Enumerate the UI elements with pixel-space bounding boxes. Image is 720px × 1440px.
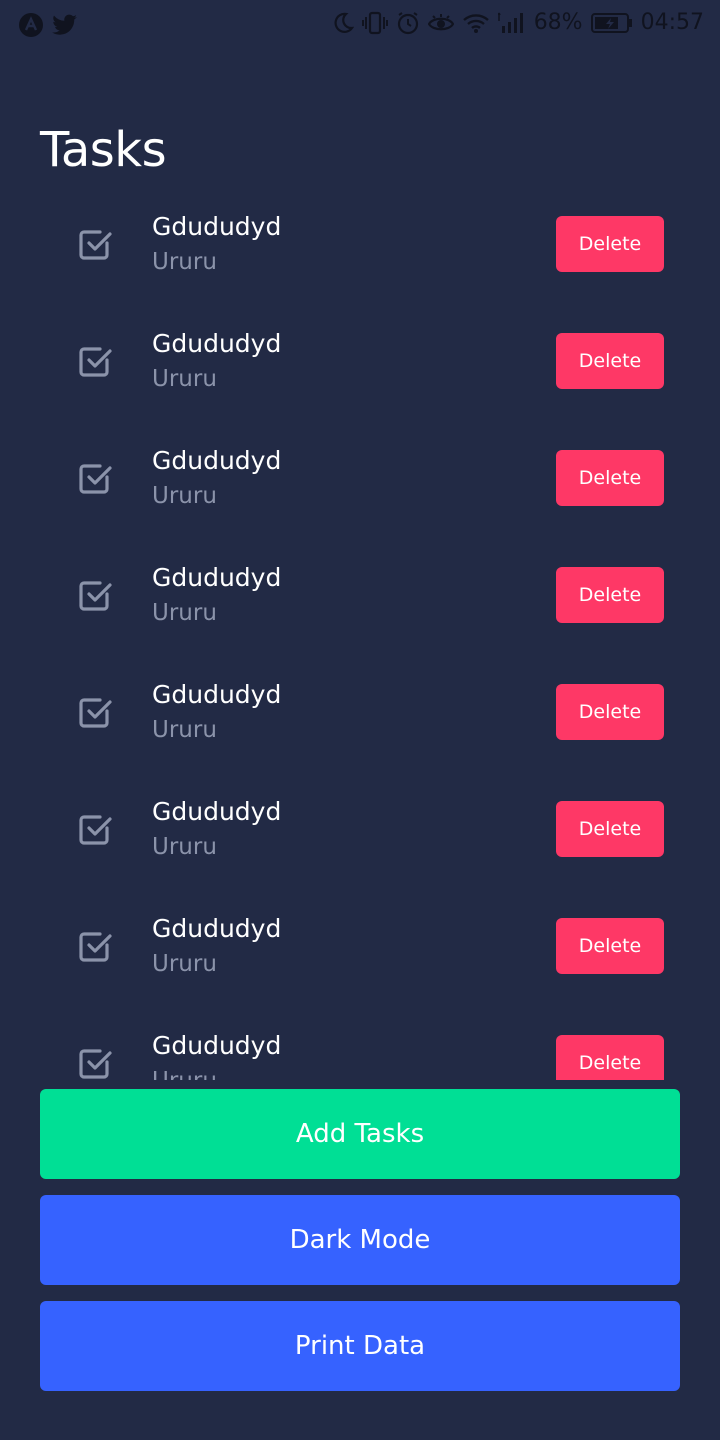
task-row: Gdududyd Ururu Delete	[0, 1019, 720, 1080]
task-subtitle: Ururu	[152, 483, 217, 509]
task-row: Gdududyd Ururu Delete	[0, 785, 720, 902]
signal-icon	[497, 12, 526, 34]
eye-icon	[427, 12, 454, 34]
app-screen: 68% 04:57 Tasks Gdududyd Ururu Delete Gdudu…	[0, 0, 720, 1440]
task-row: Gdududyd Ururu Delete	[0, 902, 720, 1019]
delete-button[interactable]: Delete	[556, 1035, 664, 1080]
task-title: Gdududyd	[152, 914, 282, 943]
task-row: Gdududyd Ururu Delete	[0, 668, 720, 785]
vibrate-icon	[361, 11, 388, 35]
alarm-icon	[396, 11, 420, 35]
moon-icon	[332, 12, 354, 34]
checkbox-checked-icon[interactable]	[77, 926, 115, 964]
checkbox-checked-icon[interactable]	[77, 458, 115, 496]
battery-icon	[590, 12, 633, 34]
battery-percent: 68%	[533, 10, 583, 35]
add-tasks-button[interactable]: Add Tasks	[40, 1089, 680, 1179]
task-row: Gdududyd Ururu Delete	[0, 434, 720, 551]
checkbox-checked-icon[interactable]	[77, 224, 115, 262]
task-row: Gdududyd Ururu Delete	[0, 200, 720, 317]
task-subtitle: Ururu	[152, 951, 217, 977]
checkbox-checked-icon[interactable]	[77, 341, 115, 379]
delete-button[interactable]: Delete	[556, 216, 664, 272]
checkbox-checked-icon[interactable]	[77, 575, 115, 613]
page-title: Tasks	[40, 122, 167, 178]
delete-button[interactable]: Delete	[556, 918, 664, 974]
checkbox-checked-icon[interactable]	[77, 692, 115, 730]
task-row: Gdududyd Ururu Delete	[0, 317, 720, 434]
task-subtitle: Ururu	[152, 600, 217, 626]
task-title: Gdududyd	[152, 212, 282, 241]
task-title: Gdududyd	[152, 563, 282, 592]
status-bar: 68% 04:57	[0, 0, 720, 50]
delete-button[interactable]: Delete	[556, 567, 664, 623]
twitter-icon	[52, 14, 78, 36]
checkbox-checked-icon[interactable]	[77, 809, 115, 847]
task-title: Gdududyd	[152, 797, 282, 826]
task-title: Gdududyd	[152, 446, 282, 475]
task-subtitle: Ururu	[152, 1068, 217, 1080]
delete-button[interactable]: Delete	[556, 333, 664, 389]
task-subtitle: Ururu	[152, 717, 217, 743]
task-row: Gdududyd Ururu Delete	[0, 551, 720, 668]
task-title: Gdududyd	[152, 329, 282, 358]
wifi-icon	[462, 12, 490, 34]
task-subtitle: Ururu	[152, 834, 217, 860]
delete-button[interactable]: Delete	[556, 684, 664, 740]
delete-button[interactable]: Delete	[556, 450, 664, 506]
dark-mode-button[interactable]: Dark Mode	[40, 1195, 680, 1285]
print-data-button[interactable]: Print Data	[40, 1301, 680, 1391]
clock: 04:57	[640, 10, 704, 35]
delete-button[interactable]: Delete	[556, 801, 664, 857]
app-icon	[18, 12, 44, 38]
task-title: Gdududyd	[152, 1031, 282, 1060]
checkbox-checked-icon[interactable]	[77, 1043, 115, 1080]
task-list[interactable]: Gdududyd Ururu Delete Gdududyd Ururu Delete Gd…	[0, 200, 720, 1080]
task-subtitle: Ururu	[152, 366, 217, 392]
task-subtitle: Ururu	[152, 249, 217, 275]
task-title: Gdududyd	[152, 680, 282, 709]
